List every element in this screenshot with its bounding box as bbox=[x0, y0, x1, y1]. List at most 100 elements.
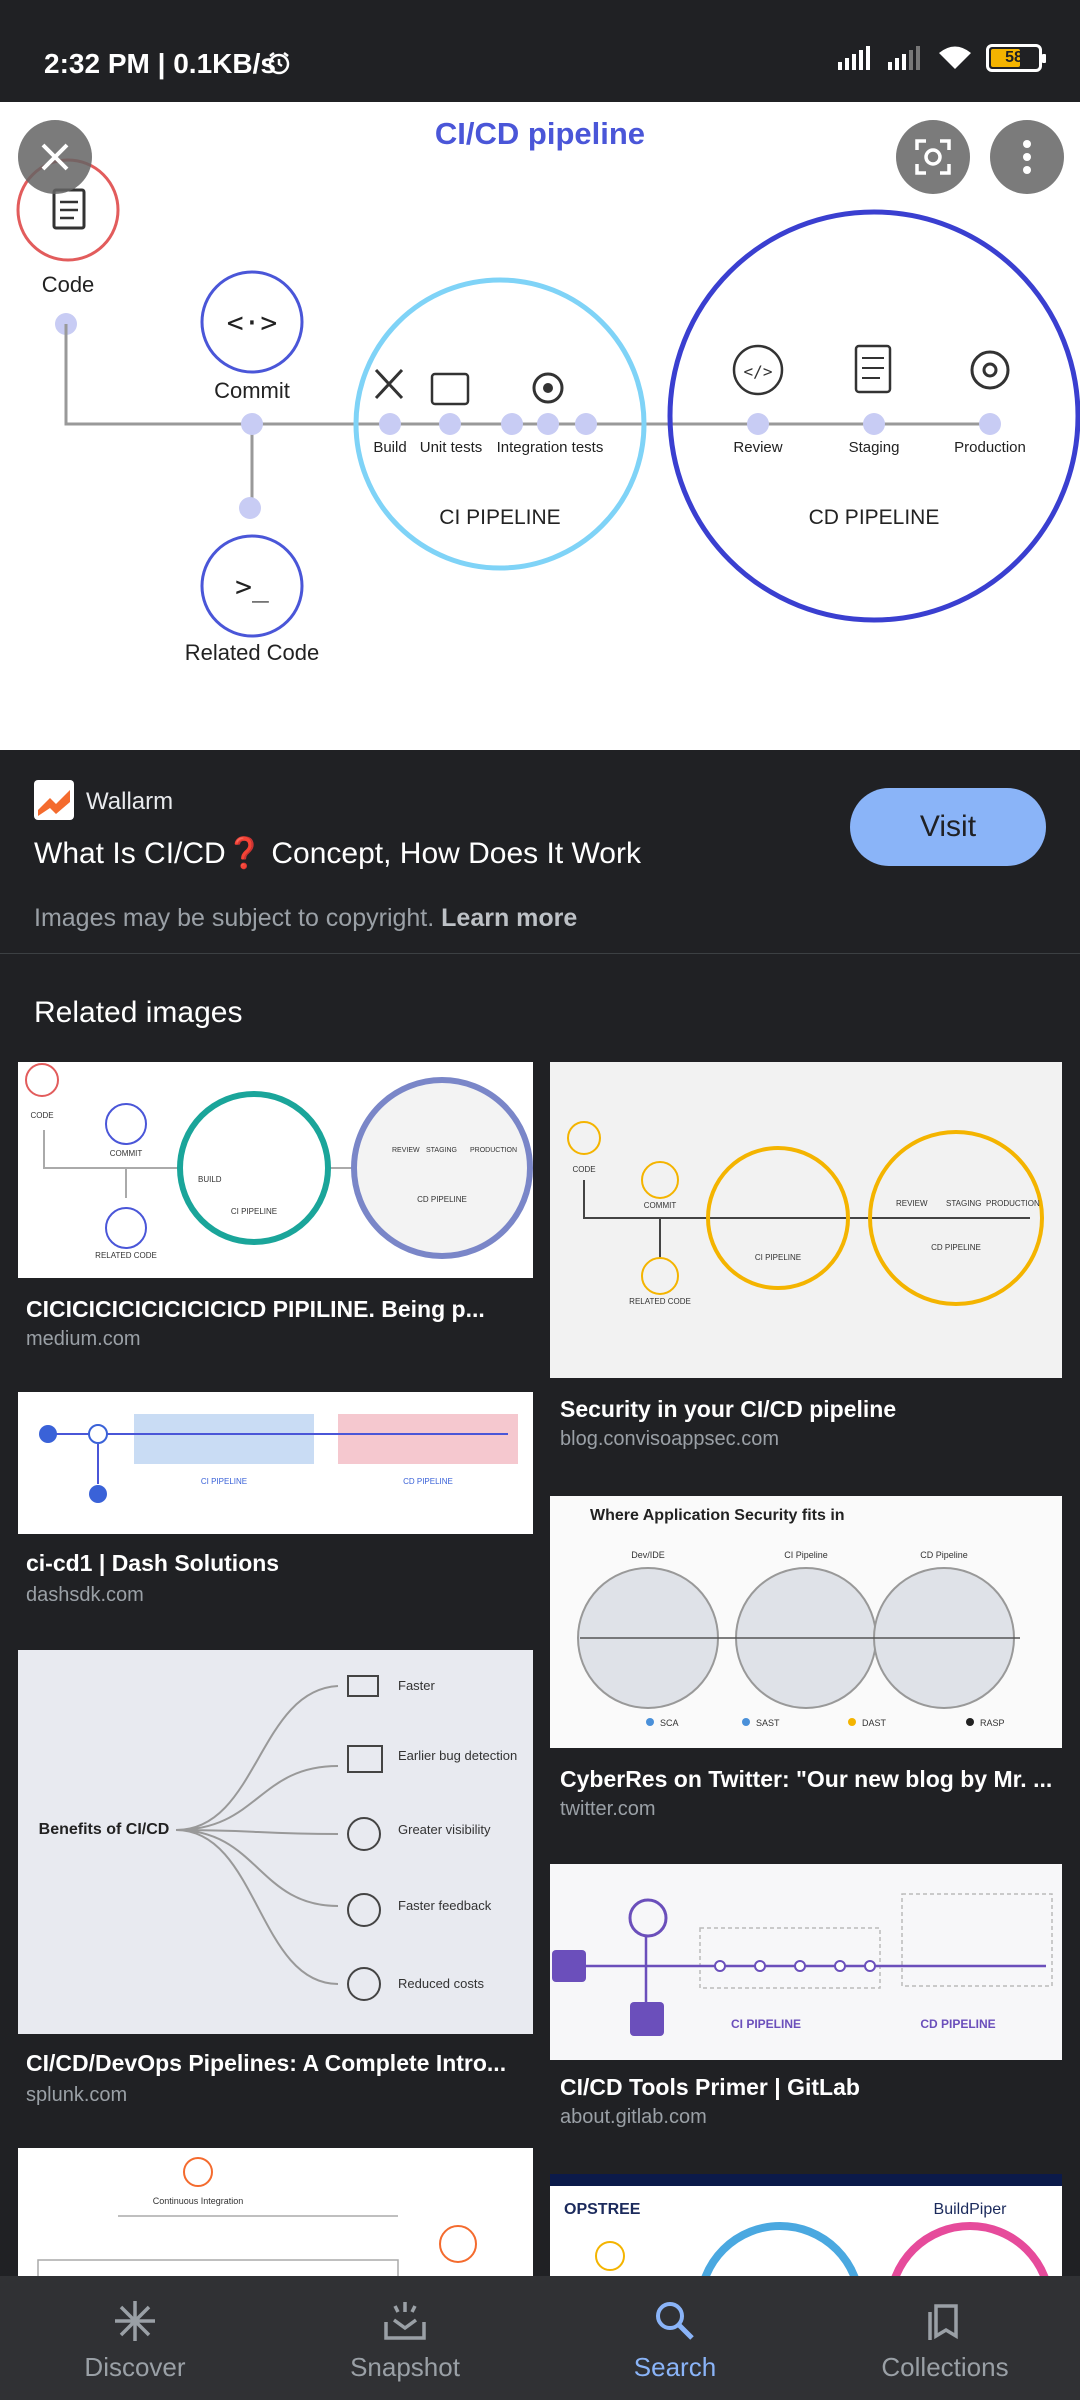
learn-more-link[interactable]: Learn more bbox=[441, 904, 577, 932]
related-thumb-splunk[interactable]: Benefits of CI/CD Faster Earlier bug det… bbox=[18, 1650, 533, 2034]
related-domain-gitlab: about.gitlab.com bbox=[560, 2106, 707, 2128]
svg-text:CI PIPELINE: CI PIPELINE bbox=[231, 1207, 277, 1216]
hero-cd-label: CD PIPELINE bbox=[809, 506, 940, 529]
svg-text:RASP: RASP bbox=[980, 1718, 1005, 1728]
related-title-gitlab[interactable]: CI/CD Tools Primer | GitLab bbox=[560, 2074, 1060, 2101]
svg-text:REVIEW: REVIEW bbox=[392, 1147, 420, 1154]
related-domain-medium: medium.com bbox=[26, 1328, 141, 1350]
svg-text:<·>: <·> bbox=[227, 306, 278, 339]
svg-text:Earlier bug detection: Earlier bug detection bbox=[398, 1748, 517, 1763]
svg-text:CI PIPELINE: CI PIPELINE bbox=[731, 2017, 801, 2031]
svg-text:Benefits of CI/CD: Benefits of CI/CD bbox=[39, 1821, 170, 1838]
thumb-diagram-opstree: OPSTREE BuildPiper bbox=[564, 2201, 1049, 2276]
nav-discover[interactable]: Discover bbox=[0, 2276, 270, 2400]
visit-button[interactable]: Visit bbox=[850, 788, 1046, 866]
svg-text:OPSTREE: OPSTREE bbox=[564, 2201, 641, 2218]
hero-production-label: Production bbox=[954, 439, 1026, 456]
hero-unit-tests-label: Unit tests bbox=[420, 439, 483, 456]
bottom-navigation: Discover Snapshot Search Collections bbox=[0, 2276, 1080, 2400]
related-domain-splunk: splunk.com bbox=[26, 2084, 128, 2106]
svg-text:Dev/IDE: Dev/IDE bbox=[631, 1550, 665, 1560]
signal-icon-2 bbox=[888, 46, 920, 70]
svg-text:SCA: SCA bbox=[660, 1718, 679, 1728]
nav-search[interactable]: Search bbox=[540, 2276, 810, 2400]
battery-icon: 58 bbox=[986, 44, 1046, 72]
svg-text:Greater visibility: Greater visibility bbox=[398, 1822, 491, 1837]
related-title-conviso[interactable]: Security in your CI/CD pipeline bbox=[560, 1396, 1060, 1423]
nav-search-label: Search bbox=[633, 2352, 717, 2382]
wifi-icon bbox=[939, 46, 971, 69]
lens-icon bbox=[915, 139, 951, 175]
hero-title: CI/CD pipeline bbox=[435, 116, 645, 151]
thumb-diagram-continuous-integration: Continuous Integration bbox=[37, 2157, 477, 2276]
status-time: 2:32 PM | 0.1KB/s bbox=[44, 48, 276, 79]
svg-text:CODE: CODE bbox=[572, 1165, 595, 1174]
related-domain-cyberres: twitter.com bbox=[560, 1798, 656, 1820]
svg-text:CI PIPELINE: CI PIPELINE bbox=[755, 1253, 801, 1262]
svg-text:CD PIPELINE: CD PIPELINE bbox=[931, 1243, 981, 1252]
snapshot-icon bbox=[384, 2302, 426, 2340]
svg-text:COMMIT: COMMIT bbox=[110, 1149, 143, 1158]
svg-text:COMMIT: COMMIT bbox=[644, 1201, 677, 1210]
related-title-medium[interactable]: CICICICICICICICICICD PIPILINE. Being p..… bbox=[26, 1296, 526, 1323]
nav-snapshot[interactable]: Snapshot bbox=[270, 2276, 540, 2400]
hero-staging-label: Staging bbox=[849, 439, 900, 456]
pipeline-diagram: CI/CD pipeline Code <·> Commit >_ Relate… bbox=[16, 116, 1080, 665]
svg-text:PRODUCTION: PRODUCTION bbox=[986, 1199, 1040, 1208]
svg-text:RELATED CODE: RELATED CODE bbox=[95, 1251, 157, 1260]
wallarm-logo-icon bbox=[34, 780, 74, 820]
svg-text:DAST: DAST bbox=[862, 1718, 887, 1728]
hero-commit-label: Commit bbox=[214, 378, 290, 403]
hero-ci-label: CI PIPELINE bbox=[439, 506, 560, 529]
svg-text:CODE: CODE bbox=[30, 1111, 53, 1120]
svg-text:Where Application Security fit: Where Application Security fits in bbox=[590, 1507, 845, 1524]
hero-related-code-label: Related Code bbox=[185, 640, 320, 665]
svg-text:Continuous Integration: Continuous Integration bbox=[153, 2196, 244, 2206]
nav-collections[interactable]: Collections bbox=[810, 2276, 1080, 2400]
hero-build-label: Build bbox=[373, 439, 406, 456]
svg-text:</>: </> bbox=[744, 362, 773, 381]
svg-text:CD PIPELINE: CD PIPELINE bbox=[920, 2017, 995, 2031]
svg-text:CD PIPELINE: CD PIPELINE bbox=[403, 1477, 453, 1486]
hero-integration-tests-label: Integration tests bbox=[497, 439, 604, 456]
related-title-dashsdk[interactable]: ci-cd1 | Dash Solutions bbox=[26, 1550, 526, 1577]
related-thumb-dashsdk[interactable]: CI PIPELINE CD PIPELINE bbox=[18, 1392, 533, 1534]
more-vert-icon bbox=[1023, 140, 1031, 174]
related-thumb-gitlab[interactable]: CI PIPELINE CD PIPELINE bbox=[550, 1864, 1062, 2060]
more-options-button[interactable] bbox=[990, 120, 1064, 194]
svg-text:BuildPiper: BuildPiper bbox=[934, 2201, 1008, 2218]
close-button[interactable] bbox=[18, 120, 92, 194]
copyright-text: Images may be subject to copyright. bbox=[34, 904, 435, 932]
related-thumb-continuous-integration[interactable]: Continuous Integration bbox=[18, 2148, 533, 2276]
svg-text:Faster: Faster bbox=[398, 1678, 436, 1693]
collections-icon bbox=[928, 2304, 958, 2340]
svg-text:PRODUCTION: PRODUCTION bbox=[470, 1147, 517, 1154]
svg-text:Reduced costs: Reduced costs bbox=[398, 1976, 484, 1991]
search-icon bbox=[656, 2302, 694, 2340]
related-title-splunk[interactable]: CI/CD/DevOps Pipelines: A Complete Intro… bbox=[26, 2050, 526, 2077]
related-title-cyberres[interactable]: CyberRes on Twitter: "Our new blog by Mr… bbox=[560, 1766, 1060, 1793]
thumb-diagram-dashsdk: CI PIPELINE CD PIPELINE bbox=[39, 1414, 518, 1503]
lens-button[interactable] bbox=[896, 120, 970, 194]
related-thumb-medium[interactable]: CODE COMMIT RELATED CODE BUILD CI PIPELI… bbox=[18, 1062, 533, 1278]
thumb-diagram-cyberres: Where Application Security fits in Dev/I… bbox=[577, 1507, 1020, 1728]
related-domain-dashsdk: dashsdk.com bbox=[26, 1584, 144, 1606]
related-thumb-conviso[interactable]: CODE COMMIT RELATED CODE CI PIPELINE CD … bbox=[550, 1062, 1062, 1378]
battery-level: 58 bbox=[1005, 49, 1023, 66]
svg-text:CI PIPELINE: CI PIPELINE bbox=[201, 1477, 247, 1486]
signal-icon bbox=[838, 46, 870, 70]
source-page-title[interactable]: What Is CI/CD❓ Concept, How Does It Work bbox=[34, 836, 641, 871]
related-thumb-opstree[interactable]: OPSTREE BuildPiper bbox=[550, 2174, 1062, 2276]
thumb-diagram-gitlab: CI PIPELINE CD PIPELINE bbox=[552, 1893, 1053, 2036]
source-site-name[interactable]: Wallarm bbox=[86, 788, 173, 816]
svg-text:STAGING: STAGING bbox=[946, 1199, 981, 1208]
related-thumb-cyberres[interactable]: Where Application Security fits in Dev/I… bbox=[550, 1496, 1062, 1748]
hero-image[interactable]: CI/CD pipeline Code <·> Commit >_ Relate… bbox=[0, 102, 1080, 750]
svg-text:>_: >_ bbox=[235, 570, 269, 604]
nav-collections-label: Collections bbox=[881, 2352, 1009, 2382]
thumb-diagram-conviso: CODE COMMIT RELATED CODE CI PIPELINE CD … bbox=[567, 1121, 1044, 1306]
thumb-diagram-splunk: Benefits of CI/CD Faster Earlier bug det… bbox=[39, 1675, 517, 2001]
asterisk-icon bbox=[115, 2301, 155, 2341]
nav-discover-label: Discover bbox=[84, 2352, 186, 2382]
svg-text:Faster feedback: Faster feedback bbox=[398, 1898, 492, 1913]
